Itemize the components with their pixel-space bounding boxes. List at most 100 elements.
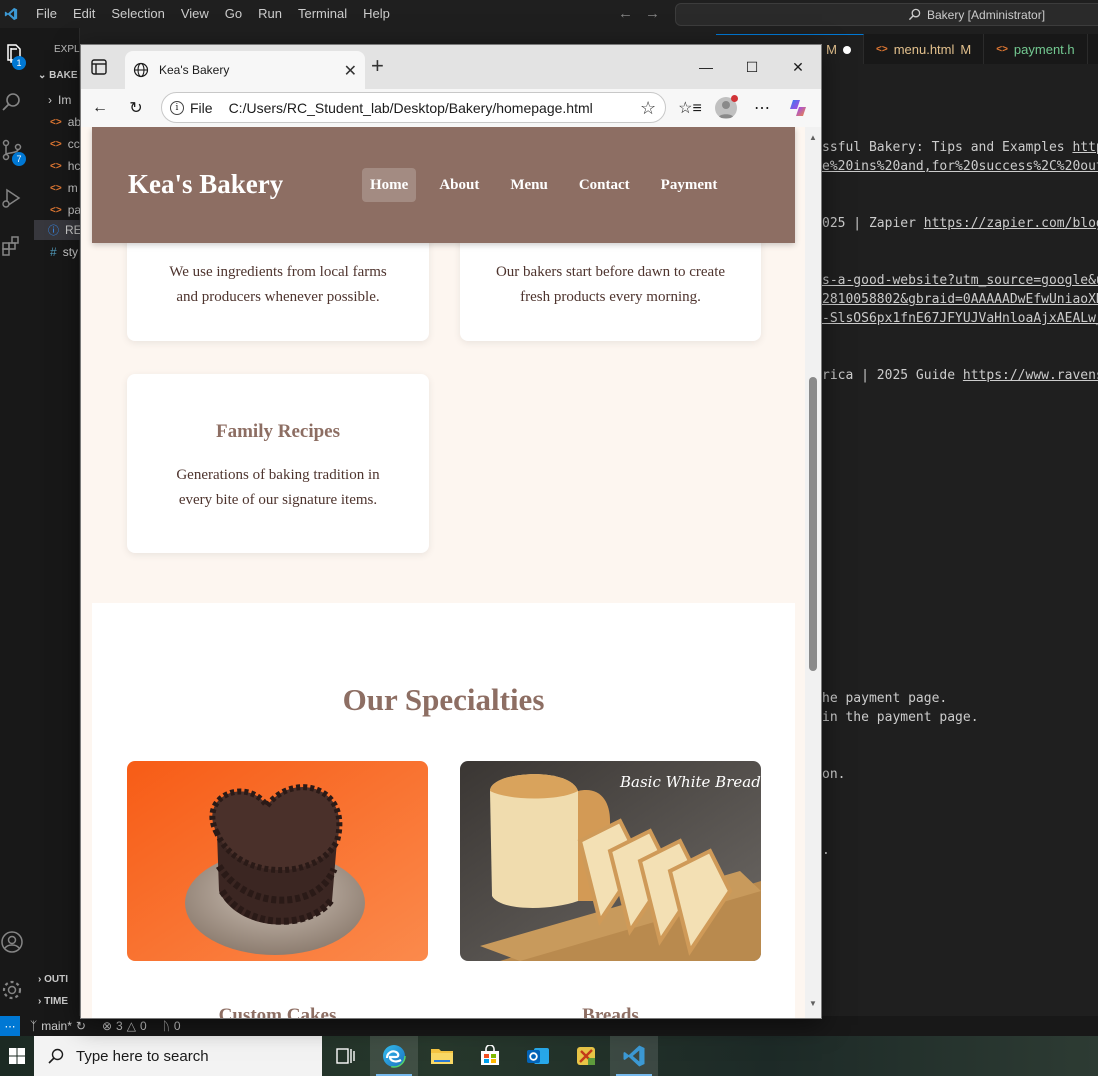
explorer-item-styles[interactable]: # sty	[50, 242, 78, 262]
new-tab-icon[interactable]: +	[371, 55, 384, 77]
nav-payment[interactable]: Payment	[653, 168, 726, 202]
editor-line: 025 | Zapier https://zapier.com/blog	[822, 216, 1098, 231]
editor-line: on.	[822, 767, 846, 782]
explorer-item-readme[interactable]: ⓘ RE	[34, 220, 82, 240]
taskbar-search-box[interactable]: Type here to search	[34, 1036, 322, 1076]
explorer-item-payment[interactable]: <> pa	[50, 200, 81, 220]
menu-help[interactable]: Help	[355, 0, 398, 28]
taskbar-vscode[interactable]	[610, 1036, 658, 1076]
gear-icon[interactable]	[0, 978, 24, 1002]
page-viewport[interactable]: Kea's Bakery Home About Menu Contact Pay…	[81, 127, 821, 1019]
scrollbar-thumb[interactable]	[809, 377, 817, 671]
menu-view[interactable]: View	[173, 0, 217, 28]
feature-text: Our bakers start before dawn to create f…	[495, 264, 726, 305]
branch-status[interactable]: ᛉ main* ↻	[30, 1019, 86, 1033]
taskbar-store[interactable]	[466, 1036, 514, 1076]
close-tab-icon[interactable]: ✕	[344, 61, 357, 81]
forward-arrow-icon[interactable]: →	[645, 5, 660, 22]
task-view-button[interactable]	[322, 1036, 370, 1076]
maximize-window-button[interactable]: ☐	[729, 55, 775, 79]
nav-about[interactable]: About	[431, 168, 487, 202]
extensions-icon[interactable]	[0, 234, 24, 258]
outline-section-header[interactable]: › OUTI	[38, 974, 68, 985]
site-logo[interactable]: Kea's Bakery	[128, 169, 283, 200]
problems-status[interactable]: ⊗ 3 △ 0	[102, 1019, 147, 1033]
edge-browser-window: Kea's Bakery ✕ + — ☐ ✕ ← ↻ i File C:/Use…	[80, 44, 822, 1019]
menu-run[interactable]: Run	[250, 0, 290, 28]
editor-line: e%20ins%20and,for%20success%2C%20out	[822, 159, 1098, 174]
taskbar-app-tools[interactable]	[562, 1036, 610, 1076]
site-info-icon[interactable]: i	[170, 100, 184, 115]
favorite-star-icon[interactable]: ☆	[640, 98, 656, 119]
tab-payment-html[interactable]: <> payment.h	[984, 34, 1088, 64]
explorer-item-about[interactable]: <> ab	[50, 112, 81, 132]
activity-bar: 1 7	[0, 28, 34, 1016]
html-file-icon: <>	[50, 182, 62, 194]
address-scheme-label: File	[190, 99, 213, 116]
explorer-badge: 1	[12, 56, 26, 70]
tab-menu-html[interactable]: <> menu.html M	[864, 34, 985, 64]
outlook-icon	[527, 1048, 549, 1064]
editor-text-area[interactable]: ssful Bakery: Tips and Examples http e%2…	[822, 140, 1098, 980]
menu-edit[interactable]: Edit	[65, 0, 103, 28]
account-icon[interactable]	[0, 930, 24, 954]
feature-card-family-recipes: Family Recipes Generations of baking tra…	[127, 374, 429, 553]
ports-status[interactable]: ᚢ0	[163, 1019, 181, 1033]
menu-go[interactable]: Go	[217, 0, 250, 28]
search-icon[interactable]	[0, 90, 24, 114]
explorer-item-folder[interactable]: › Im	[48, 90, 71, 110]
editor-line: he payment page.	[822, 691, 948, 706]
editor-line: -SlsOS6px1fnE67JFYUJVaHnloaAjxAEALw_	[822, 311, 1098, 326]
feature-title: Family Recipes	[215, 421, 340, 442]
scroll-up-arrow-icon[interactable]: ▲	[809, 133, 817, 142]
minimize-window-button[interactable]: —	[683, 55, 729, 79]
nav-contact[interactable]: Contact	[571, 168, 638, 202]
specialties-section: Our Specialties Basic White Bread Custom…	[92, 603, 795, 1019]
unsaved-dot-icon[interactable]	[843, 45, 851, 54]
nav-menu[interactable]: Menu	[502, 168, 556, 202]
remote-indicator-icon[interactable]: ⋯	[0, 1016, 20, 1036]
menu-selection[interactable]: Selection	[103, 0, 172, 28]
workspace-folder-header[interactable]: ⌄ BAKE	[38, 70, 78, 81]
taskbar-outlook[interactable]	[514, 1036, 562, 1076]
specialty-name-cakes: Custom Cakes	[218, 1005, 337, 1019]
html-file-icon: <>	[876, 43, 888, 55]
git-branch-icon: ᛉ	[30, 1019, 38, 1033]
command-center-label: Bakery [Administrator]	[927, 7, 1046, 22]
vscode-history-nav: ← →	[618, 5, 660, 22]
refresh-icon[interactable]: ↻	[125, 97, 147, 119]
tab-actions-icon[interactable]	[89, 57, 109, 77]
feature-text: We use ingredients from local farms and …	[169, 264, 387, 305]
source-control-badge: 7	[12, 152, 26, 166]
browser-tab-active[interactable]: Kea's Bakery ✕	[125, 51, 365, 89]
taskbar-edge[interactable]	[370, 1036, 418, 1076]
run-debug-icon[interactable]	[0, 186, 24, 210]
address-bar[interactable]: i File C:/Users/RC_Student_lab/Desktop/B…	[161, 92, 666, 123]
info-icon: ⓘ	[48, 225, 59, 237]
menu-terminal[interactable]: Terminal	[290, 0, 355, 28]
taskbar-file-explorer[interactable]	[418, 1036, 466, 1076]
specialty-name-breads: Breads	[582, 1005, 639, 1019]
copilot-icon[interactable]	[787, 97, 809, 119]
close-window-button[interactable]: ✕	[775, 55, 821, 79]
page-scrollbar[interactable]: ▲ ▼	[805, 127, 821, 1018]
status-bar: ⋯ ᛉ main* ↻ ⊗ 3 △ 0 ᚢ0	[0, 1016, 1098, 1036]
nav-home[interactable]: Home	[362, 168, 417, 202]
menu-file[interactable]: File	[28, 0, 65, 28]
html-file-icon: <>	[50, 204, 62, 216]
back-arrow-icon[interactable]: ←	[89, 97, 111, 119]
windows-start-button[interactable]	[0, 1036, 34, 1076]
vscode-logo-icon	[0, 0, 22, 28]
favorites-list-icon[interactable]: ☆≡	[678, 97, 702, 119]
scroll-down-arrow-icon[interactable]: ▼	[809, 999, 817, 1008]
explorer-item-menu[interactable]: <> m	[50, 178, 78, 198]
back-arrow-icon[interactable]: ←	[618, 5, 633, 22]
store-bag-icon	[481, 1045, 499, 1065]
command-center-search[interactable]: Bakery [Administrator]	[675, 3, 1098, 26]
explorer-item-contact[interactable]: <> cc	[50, 134, 80, 154]
more-options-icon[interactable]: ⋯	[751, 97, 773, 119]
task-view-icon	[336, 1048, 355, 1064]
explorer-item-homepage[interactable]: <> hc	[50, 156, 80, 176]
search-icon	[908, 8, 921, 21]
timeline-section-header[interactable]: › TIME	[38, 996, 68, 1007]
